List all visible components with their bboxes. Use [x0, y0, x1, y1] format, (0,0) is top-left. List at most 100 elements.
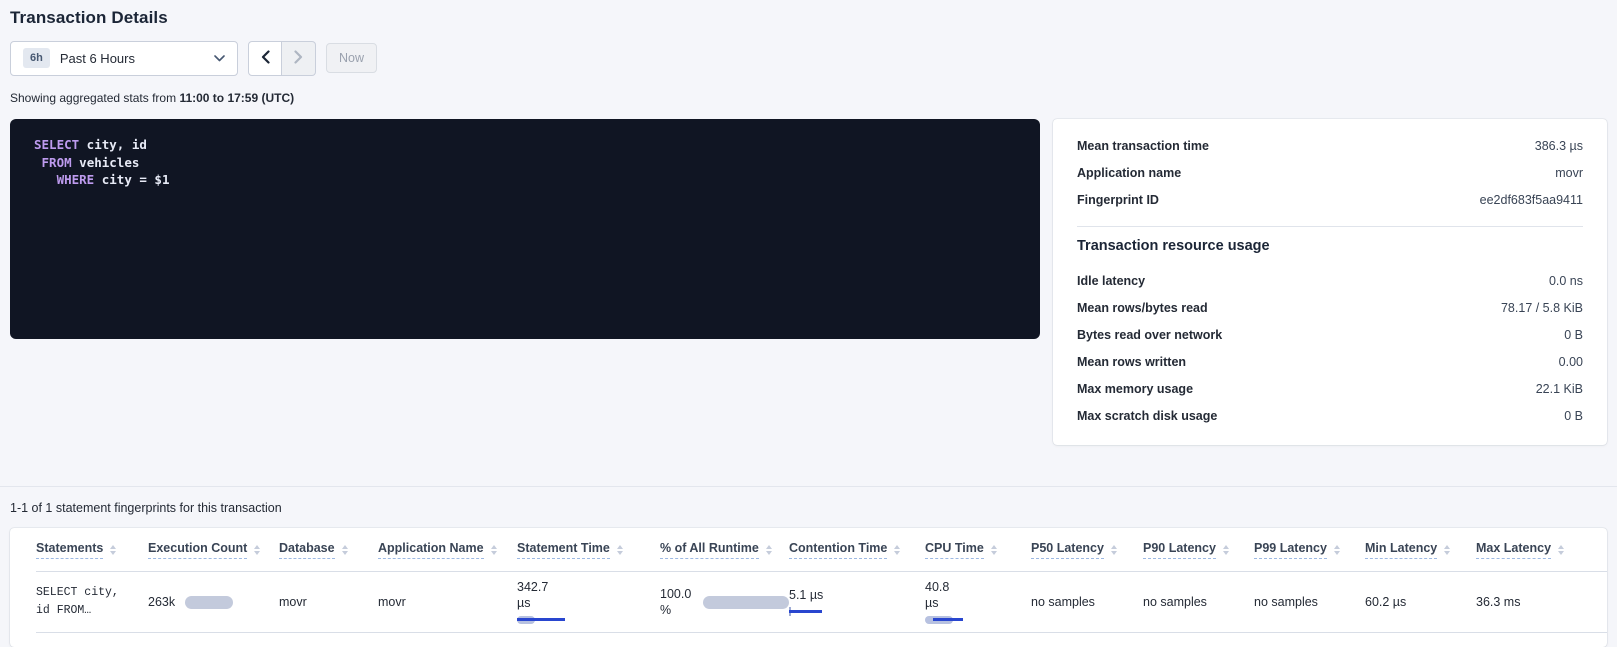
contention-time-cell: 5.1 µs: [789, 588, 925, 617]
statement-time-value: 342.7: [517, 580, 660, 594]
resource-usage-heading: Transaction resource usage: [1077, 238, 1583, 254]
stats-line-range: 11:00 to 17:59 (UTC): [179, 91, 294, 105]
application-name-cell: movr: [378, 595, 517, 609]
database-cell: movr: [279, 595, 378, 609]
statement-time-cell: 342.7 µs: [517, 580, 660, 625]
table-row: SELECT city, id FROM… 263k movr movr 342…: [36, 572, 1607, 633]
cpu-time-cell: 40.8 µs: [925, 580, 1031, 625]
statements-table: Statements Execution Count Database Appl…: [10, 528, 1607, 647]
resource-label: Mean rows written: [1077, 355, 1186, 369]
column-header-max-latency[interactable]: Max Latency: [1476, 541, 1607, 559]
column-header-contention-time[interactable]: Contention Time: [789, 541, 925, 559]
pct-runtime-cell: 100.0 %: [660, 587, 789, 617]
prev-time-button[interactable]: [248, 41, 282, 76]
column-header-p99-latency[interactable]: P99 Latency: [1254, 541, 1365, 559]
p99-latency-cell: no samples: [1254, 595, 1365, 609]
summary-value: movr: [1555, 166, 1583, 180]
sort-icon[interactable]: [1444, 545, 1450, 555]
resource-label: Max scratch disk usage: [1077, 409, 1217, 423]
statement-time-bar: [517, 615, 565, 625]
section-divider: [0, 486, 1617, 487]
statement-time-unit: µs: [517, 596, 660, 610]
column-header-application-name[interactable]: Application Name: [378, 541, 517, 559]
column-header-statement-time[interactable]: Statement Time: [517, 541, 660, 559]
chevron-down-icon: [214, 49, 225, 67]
column-header-statements[interactable]: Statements: [36, 541, 148, 559]
sort-icon[interactable]: [894, 545, 900, 555]
sort-icon[interactable]: [1558, 545, 1564, 555]
sort-icon[interactable]: [1111, 545, 1117, 555]
resource-row: Idle latency 0.0 ns: [1077, 267, 1583, 294]
sort-icon[interactable]: [1334, 545, 1340, 555]
chevron-left-icon: [261, 50, 270, 67]
sort-icon[interactable]: [342, 545, 348, 555]
column-header-cpu-time[interactable]: CPU Time: [925, 541, 1031, 559]
page-title: Transaction Details: [10, 8, 1607, 28]
resource-label: Max memory usage: [1077, 382, 1193, 396]
summary-value: 386.3 µs: [1535, 139, 1583, 153]
resource-value: 0 B: [1564, 409, 1583, 423]
min-latency-cell: 60.2 µs: [1365, 595, 1476, 609]
resource-label: Bytes read over network: [1077, 328, 1222, 342]
statement-link[interactable]: SELECT city, id FROM…: [36, 584, 148, 620]
details-main: SELECT city, id FROM vehicles WHERE city…: [10, 119, 1607, 445]
sort-icon[interactable]: [1223, 545, 1229, 555]
sort-icon[interactable]: [491, 545, 497, 555]
transaction-details-page: Transaction Details 6h Past 6 Hours Now: [0, 8, 1617, 647]
sort-icon[interactable]: [991, 545, 997, 555]
statements-caption: 1-1 of 1 statement fingerprints for this…: [10, 501, 1607, 515]
summary-row: Fingerprint ID ee2df683f5aa9411: [1077, 186, 1583, 213]
time-range-badge: 6h: [23, 48, 50, 68]
pct-runtime-bar: [703, 596, 789, 609]
column-header-pct-runtime[interactable]: % of All Runtime: [660, 541, 789, 559]
mean-line: [933, 618, 963, 621]
p90-latency-cell: no samples: [1143, 595, 1254, 609]
summary-label: Application name: [1077, 166, 1181, 180]
resource-value: 78.17 / 5.8 KiB: [1501, 301, 1583, 315]
max-latency-cell: 36.3 ms: [1476, 595, 1607, 609]
sort-icon[interactable]: [254, 545, 260, 555]
column-header-p90-latency[interactable]: P90 Latency: [1143, 541, 1254, 559]
cpu-time-bar: [925, 615, 963, 625]
mean-line: [789, 610, 822, 613]
summary-row: Mean transaction time 386.3 µs: [1077, 132, 1583, 159]
column-header-database[interactable]: Database: [279, 541, 378, 559]
now-button[interactable]: Now: [326, 43, 377, 73]
execution-count-cell: 263k: [148, 595, 279, 609]
time-nav-group: [248, 41, 316, 76]
resource-value: 22.1 KiB: [1536, 382, 1583, 396]
execution-count-bar: [185, 596, 233, 609]
sort-icon[interactable]: [110, 545, 116, 555]
sql-code: SELECT city, id FROM vehicles WHERE city…: [34, 136, 1016, 189]
resource-label: Idle latency: [1077, 274, 1145, 288]
sort-icon[interactable]: [766, 545, 772, 555]
summary-card: Mean transaction time 386.3 µs Applicati…: [1053, 119, 1607, 445]
next-time-button[interactable]: [282, 41, 316, 76]
summary-label: Fingerprint ID: [1077, 193, 1159, 207]
resource-row: Mean rows/bytes read 78.17 / 5.8 KiB: [1077, 294, 1583, 321]
sort-icon[interactable]: [617, 545, 623, 555]
resource-row: Mean rows written 0.00: [1077, 348, 1583, 375]
time-range-dropdown[interactable]: 6h Past 6 Hours: [10, 41, 238, 76]
summary-label: Mean transaction time: [1077, 139, 1209, 153]
sql-box: SELECT city, id FROM vehicles WHERE city…: [10, 119, 1040, 339]
time-controls: 6h Past 6 Hours Now: [10, 40, 1607, 76]
execution-count-value: 263k: [148, 595, 175, 609]
summary-value: ee2df683f5aa9411: [1480, 193, 1583, 207]
pct-runtime-unit: %: [660, 603, 691, 617]
cpu-time-unit: µs: [925, 596, 1031, 610]
mean-line: [517, 618, 565, 621]
resource-row: Bytes read over network 0 B: [1077, 321, 1583, 348]
resource-value: 0.00: [1559, 355, 1583, 369]
time-range-label: Past 6 Hours: [60, 51, 204, 66]
contention-time-value: 5.1 µs: [789, 588, 823, 602]
resource-value: 0 B: [1564, 328, 1583, 342]
column-header-execution-count[interactable]: Execution Count: [148, 541, 279, 559]
resource-row: Max scratch disk usage 0 B: [1077, 402, 1583, 429]
column-header-min-latency[interactable]: Min Latency: [1365, 541, 1476, 559]
aggregated-stats-line: Showing aggregated stats from 11:00 to 1…: [10, 91, 1607, 105]
resource-row: Max memory usage 22.1 KiB: [1077, 375, 1583, 402]
column-header-p50-latency[interactable]: P50 Latency: [1031, 541, 1143, 559]
chevron-right-icon: [294, 50, 303, 67]
cpu-time-value: 40.8: [925, 580, 1031, 594]
